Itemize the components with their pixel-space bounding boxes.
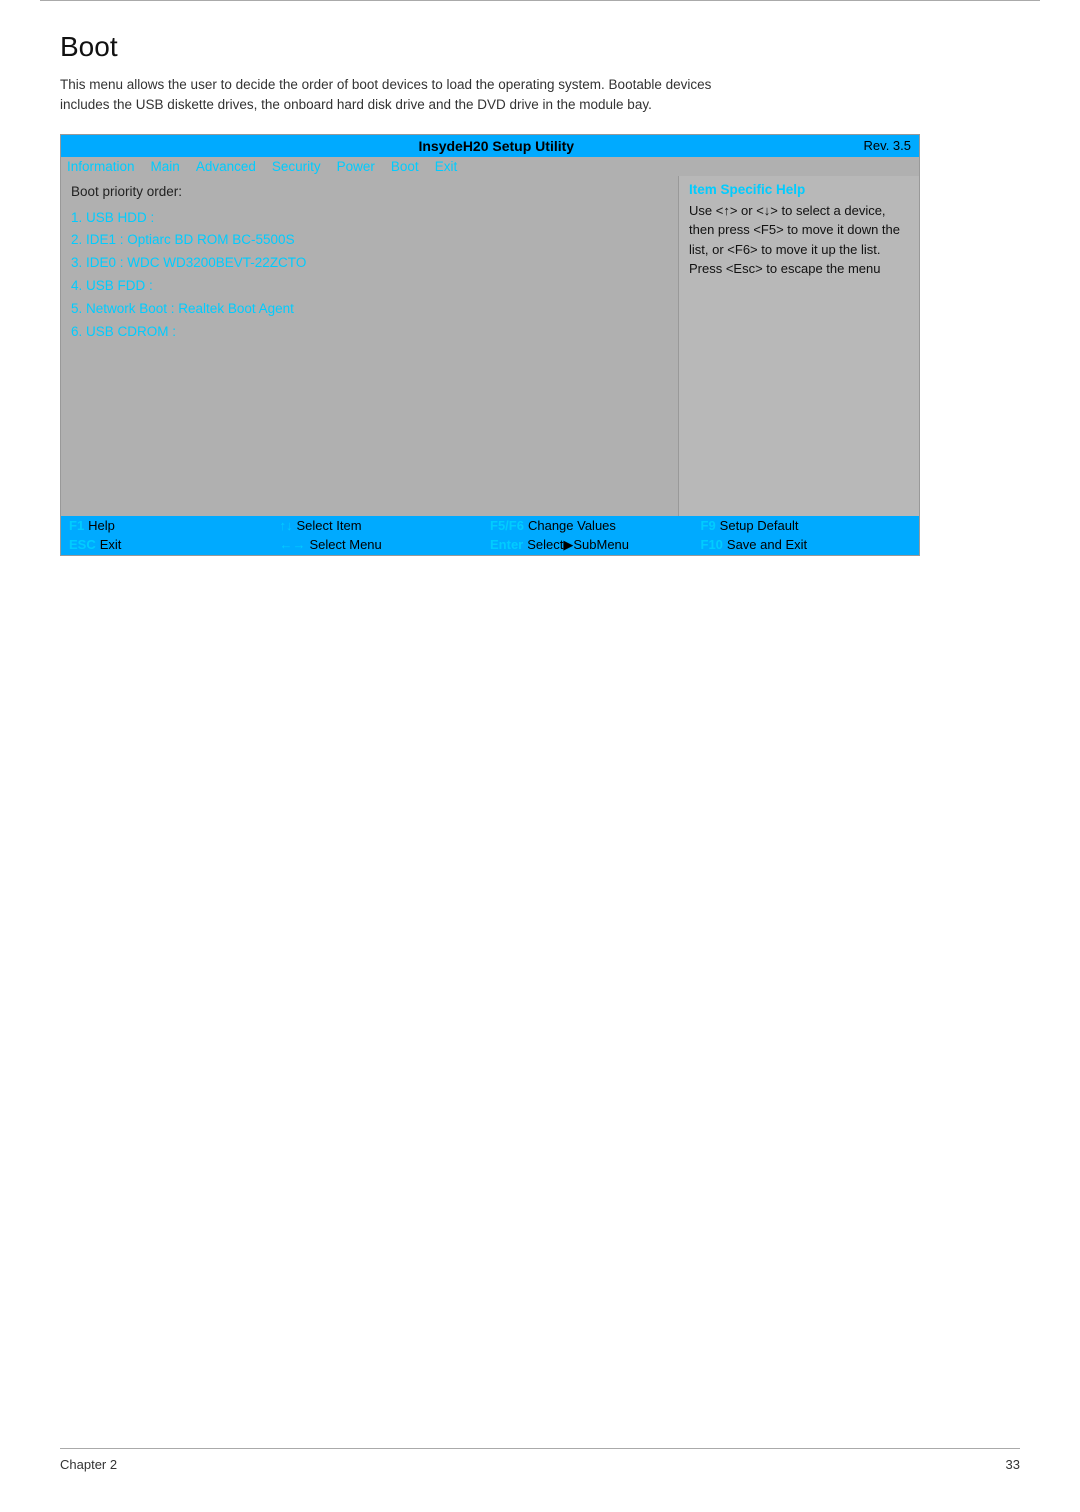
footer-key-f9: F9	[701, 518, 716, 533]
nav-boot[interactable]: Boot	[391, 159, 419, 174]
footer-key-f1: F1	[69, 518, 84, 533]
footer-change-values: F5/F6 Change Values	[490, 518, 701, 533]
help-title: Item Specific Help	[689, 182, 909, 197]
footer-row-1: F1 Help ↑↓ Select Item F5/F6 Change Valu…	[61, 516, 919, 535]
page-footer: Chapter 2 33	[60, 1448, 1020, 1472]
boot-item-2[interactable]: 2. IDE1 : Optiarc BD ROM BC-5500S	[71, 229, 668, 252]
footer-key-arrows: ↑↓	[280, 518, 293, 533]
footer-select-menu: ←→ Select Menu	[280, 537, 491, 552]
footer-save-exit: F10 Save and Exit	[701, 537, 912, 552]
footer-desc-change: Change Values	[528, 518, 616, 533]
footer-desc-setup: Setup Default	[720, 518, 799, 533]
chapter-label: Chapter 2	[60, 1457, 117, 1472]
boot-item-1[interactable]: 1. USB HDD :	[71, 207, 668, 230]
boot-item-3[interactable]: 3. IDE0 : WDC WD3200BEVT-22ZCTO	[71, 252, 668, 275]
nav-advanced[interactable]: Advanced	[196, 159, 256, 174]
nav-information[interactable]: Information	[67, 159, 135, 174]
nav-power[interactable]: Power	[337, 159, 375, 174]
footer-desc-help: Help	[88, 518, 115, 533]
footer-key-enter: Enter	[490, 537, 523, 552]
page-content: Boot This menu allows the user to decide…	[0, 1, 1080, 556]
bios-left-panel: Boot priority order: 1. USB HDD : 2. IDE…	[61, 176, 679, 516]
boot-item-6[interactable]: 6. USB CDROM :	[71, 321, 668, 344]
footer-key-lr: ←→	[280, 537, 306, 552]
nav-security[interactable]: Security	[272, 159, 321, 174]
boot-priority-label: Boot priority order:	[71, 184, 668, 199]
bios-right-panel: Item Specific Help Use <↑> or <↓> to sel…	[679, 176, 919, 516]
bios-box: InsydeH20 Setup Utility Rev. 3.5 Informa…	[60, 134, 920, 556]
footer-f1: F1 Help	[69, 518, 280, 533]
page-number: 33	[1006, 1457, 1020, 1472]
bios-nav: Information Main Advanced Security Power…	[61, 157, 919, 176]
footer-desc-exit: Exit	[100, 537, 122, 552]
footer-desc-save: Save and Exit	[727, 537, 807, 552]
nav-exit[interactable]: Exit	[435, 159, 458, 174]
footer-esc: ESC Exit	[69, 537, 280, 552]
page-title: Boot	[60, 31, 1020, 63]
boot-item-4[interactable]: 4. USB FDD :	[71, 275, 668, 298]
footer-key-f5f6: F5/F6	[490, 518, 524, 533]
footer-desc-submenu: Select▶SubMenu	[527, 537, 629, 553]
nav-main[interactable]: Main	[151, 159, 180, 174]
bios-header: InsydeH20 Setup Utility Rev. 3.5	[61, 135, 919, 157]
footer-desc-select-item: Select Item	[297, 518, 362, 533]
footer-setup-default: F9 Setup Default	[701, 518, 912, 533]
boot-item-5[interactable]: 5. Network Boot : Realtek Boot Agent	[71, 298, 668, 321]
footer-desc-select-menu: Select Menu	[310, 537, 382, 552]
footer-key-f10: F10	[701, 537, 723, 552]
footer-key-esc: ESC	[69, 537, 96, 552]
page-description: This menu allows the user to decide the …	[60, 75, 740, 116]
bios-main-area: Boot priority order: 1. USB HDD : 2. IDE…	[61, 176, 919, 516]
footer-row-2: ESC Exit ←→ Select Menu Enter Select▶Sub…	[61, 535, 919, 555]
footer-select-item: ↑↓ Select Item	[280, 518, 491, 533]
bios-footer: F1 Help ↑↓ Select Item F5/F6 Change Valu…	[61, 516, 919, 555]
bios-header-title: InsydeH20 Setup Utility	[129, 138, 864, 154]
footer-submenu: Enter Select▶SubMenu	[490, 537, 701, 553]
help-text: Use <↑> or <↓> to select a device, then …	[689, 201, 909, 279]
bios-header-rev: Rev. 3.5	[864, 138, 911, 153]
